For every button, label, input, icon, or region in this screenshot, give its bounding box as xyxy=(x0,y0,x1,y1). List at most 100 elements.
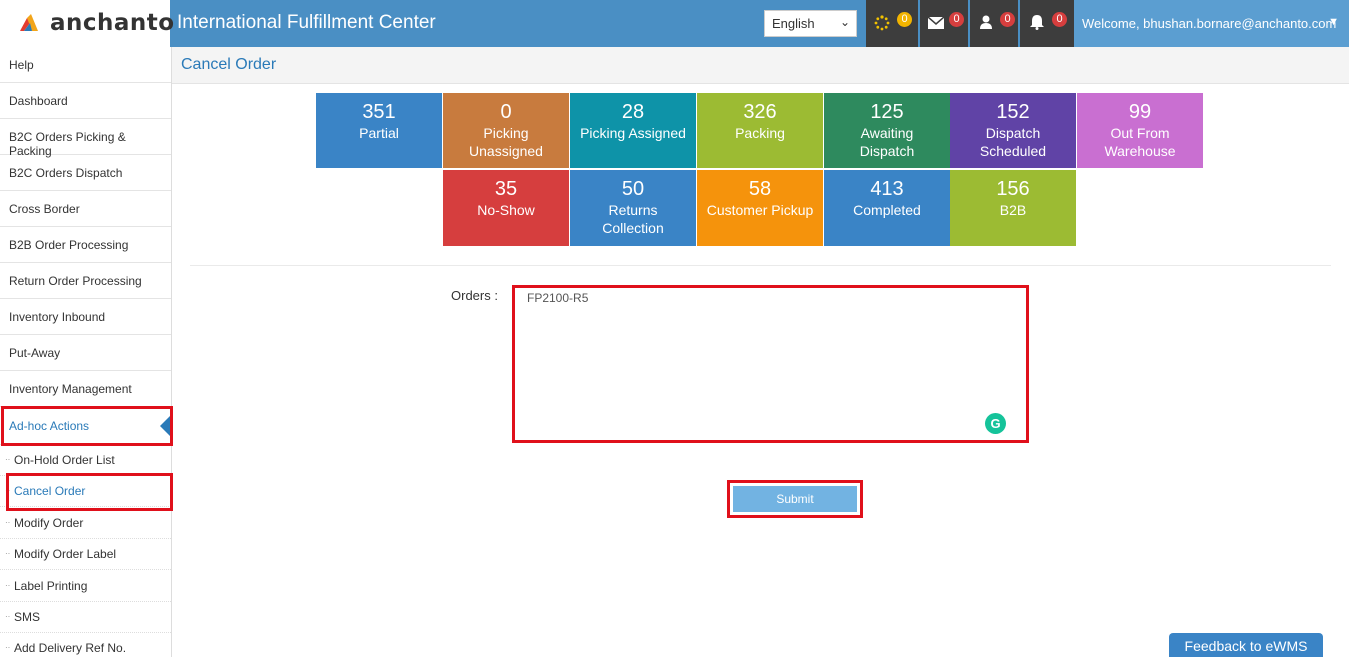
highlight-cancel-order xyxy=(6,473,173,511)
top-header: anchanto International Fulfillment Cente… xyxy=(0,0,1349,47)
bullet-icon: ·· xyxy=(5,549,11,558)
tile-count: 413 xyxy=(870,178,904,200)
bullet-icon: ·· xyxy=(5,518,11,527)
tile-label: Packing xyxy=(735,125,785,141)
sidebar-item-inventory-management[interactable]: Inventory Management xyxy=(0,371,171,407)
sidebar-item-b2b-order-processing[interactable]: B2B Order Processing xyxy=(0,227,171,263)
sidebar-item-b2c-picking-packing[interactable]: B2C Orders Picking & Packing xyxy=(0,119,171,158)
caret-down-icon: ▼ xyxy=(1328,16,1339,28)
logo-text: anchanto xyxy=(50,10,175,36)
tile-label: Completed xyxy=(853,202,921,218)
orders-label: Orders : xyxy=(451,288,498,303)
tile-count: 152 xyxy=(996,101,1030,123)
spinner-icon xyxy=(874,15,890,31)
bullet-icon: ·· xyxy=(5,643,11,652)
tile-awaiting-dispatch[interactable]: 125 Awaiting Dispatch xyxy=(824,93,950,168)
tile-completed[interactable]: 413 Completed xyxy=(824,170,950,246)
submenu-item-add-delivery-ref[interactable]: ·· Add Delivery Ref No. xyxy=(0,633,171,664)
submit-button[interactable]: Submit xyxy=(733,486,857,512)
tile-label: Returns Collection xyxy=(602,202,664,236)
submenu-item-label: Modify Order xyxy=(14,516,84,530)
submenu-item-sms[interactable]: ·· SMS xyxy=(0,602,171,633)
tile-count: 99 xyxy=(1128,101,1152,123)
envelope-icon xyxy=(928,17,944,29)
bullet-icon: ·· xyxy=(5,581,11,590)
tile-label: Partial xyxy=(359,125,399,141)
tile-no-show[interactable]: 35 No-Show xyxy=(443,170,569,246)
language-select[interactable]: English ⌄ xyxy=(764,10,857,37)
tile-picking-unassigned[interactable]: 0 Picking Unassigned xyxy=(443,93,569,168)
messages-button[interactable]: 0 xyxy=(920,0,968,47)
tile-count: 35 xyxy=(494,178,518,200)
users-button[interactable]: 0 xyxy=(970,0,1018,47)
submenu-item-on-hold-order-list[interactable]: ·· On-Hold Order List xyxy=(0,445,171,476)
submenu-item-label: Label Printing xyxy=(14,579,88,593)
bullet-icon: ·· xyxy=(5,455,11,464)
tile-count: 58 xyxy=(748,178,772,200)
sidebar-item-inventory-inbound[interactable]: Inventory Inbound xyxy=(0,299,171,335)
tasks-badge: 0 xyxy=(897,12,912,27)
tile-count: 50 xyxy=(621,178,645,200)
tile-count: 156 xyxy=(996,178,1030,200)
highlight-adhoc-actions xyxy=(1,406,173,446)
tile-count: 125 xyxy=(870,101,904,123)
language-value: English xyxy=(772,16,815,31)
highlight-submit: Submit xyxy=(727,480,863,518)
tile-label: Picking Assigned xyxy=(580,125,686,141)
tile-count: 326 xyxy=(743,101,777,123)
bell-icon xyxy=(1030,15,1044,30)
submenu-item-modify-order[interactable]: ·· Modify Order xyxy=(0,508,171,539)
sidebar-item-help[interactable]: Help xyxy=(0,47,171,83)
tile-returns-collection[interactable]: 50 Returns Collection xyxy=(570,170,696,246)
welcome-text: Welcome, bhushan.bornare@anchanto.com xyxy=(1082,16,1337,31)
sidebar-item-cross-border[interactable]: Cross Border xyxy=(0,191,171,227)
bullet-icon: ·· xyxy=(5,612,11,621)
tile-label: No-Show xyxy=(477,202,535,218)
sidebar-item-return-order-processing[interactable]: Return Order Processing xyxy=(0,263,171,299)
tasks-button[interactable]: 0 xyxy=(866,0,918,47)
submenu-item-label: SMS xyxy=(14,610,41,624)
tile-picking-assigned[interactable]: 28 Picking Assigned xyxy=(570,93,696,168)
tile-count: 28 xyxy=(621,101,645,123)
tile-customer-pickup[interactable]: 58 Customer Pickup xyxy=(697,170,823,246)
tile-packing[interactable]: 326 Packing xyxy=(697,93,823,168)
logo-mark-icon xyxy=(20,14,38,31)
users-badge: 0 xyxy=(1000,12,1015,27)
orders-value: FP2100-R5 xyxy=(527,291,589,305)
sidebar-item-put-away[interactable]: Put-Away xyxy=(0,335,171,371)
submenu-item-label: On-Hold Order List xyxy=(14,453,115,467)
submenu-item-label-printing[interactable]: ·· Label Printing xyxy=(0,571,171,602)
submenu-item-label: Add Delivery Ref No. xyxy=(14,641,127,655)
tile-label: Out From Warehouse xyxy=(1104,125,1176,159)
tile-label: B2B xyxy=(999,202,1027,218)
feedback-button[interactable]: Feedback to eWMS xyxy=(1169,633,1323,657)
divider xyxy=(190,265,1331,266)
tile-dispatch-scheduled[interactable]: 152 Dispatch Scheduled xyxy=(950,93,1076,168)
grammarly-icon[interactable]: G xyxy=(985,413,1006,434)
chevron-down-icon: ⌄ xyxy=(839,15,850,29)
orders-textarea[interactable]: FP2100-R5 G xyxy=(512,285,1029,443)
submenu-item-label: Modify Order Label xyxy=(14,547,117,561)
tile-count: 351 xyxy=(362,101,396,123)
tile-label: Dispatch Scheduled xyxy=(979,125,1047,159)
alerts-badge: 0 xyxy=(1052,12,1067,27)
page-title: Cancel Order xyxy=(181,56,277,73)
sidebar: Help Dashboard B2C Orders Picking & Pack… xyxy=(0,47,172,657)
app-title: International Fulfillment Center xyxy=(177,12,436,33)
alerts-button[interactable]: 0 xyxy=(1020,0,1074,47)
tile-out-from-warehouse[interactable]: 99 Out From Warehouse xyxy=(1077,93,1203,168)
messages-badge: 0 xyxy=(949,12,964,27)
tile-label: Customer Pickup xyxy=(706,202,814,218)
submenu-item-modify-order-label[interactable]: ·· Modify Order Label xyxy=(0,539,171,570)
user-icon xyxy=(980,15,992,29)
page-header: Cancel Order xyxy=(172,47,1349,84)
tile-label: Picking Unassigned xyxy=(469,125,543,159)
user-menu[interactable]: Welcome, bhushan.bornare@anchanto.com ▼ xyxy=(1074,0,1349,47)
tile-b2b[interactable]: 156 B2B xyxy=(950,170,1076,246)
logo[interactable]: anchanto xyxy=(0,0,174,47)
sidebar-item-dashboard[interactable]: Dashboard xyxy=(0,83,171,119)
tile-count: 0 xyxy=(500,101,512,123)
tile-label: Awaiting Dispatch xyxy=(859,125,915,159)
sidebar-item-b2c-dispatch[interactable]: B2C Orders Dispatch xyxy=(0,155,171,191)
tile-partial[interactable]: 351 Partial xyxy=(316,93,442,168)
